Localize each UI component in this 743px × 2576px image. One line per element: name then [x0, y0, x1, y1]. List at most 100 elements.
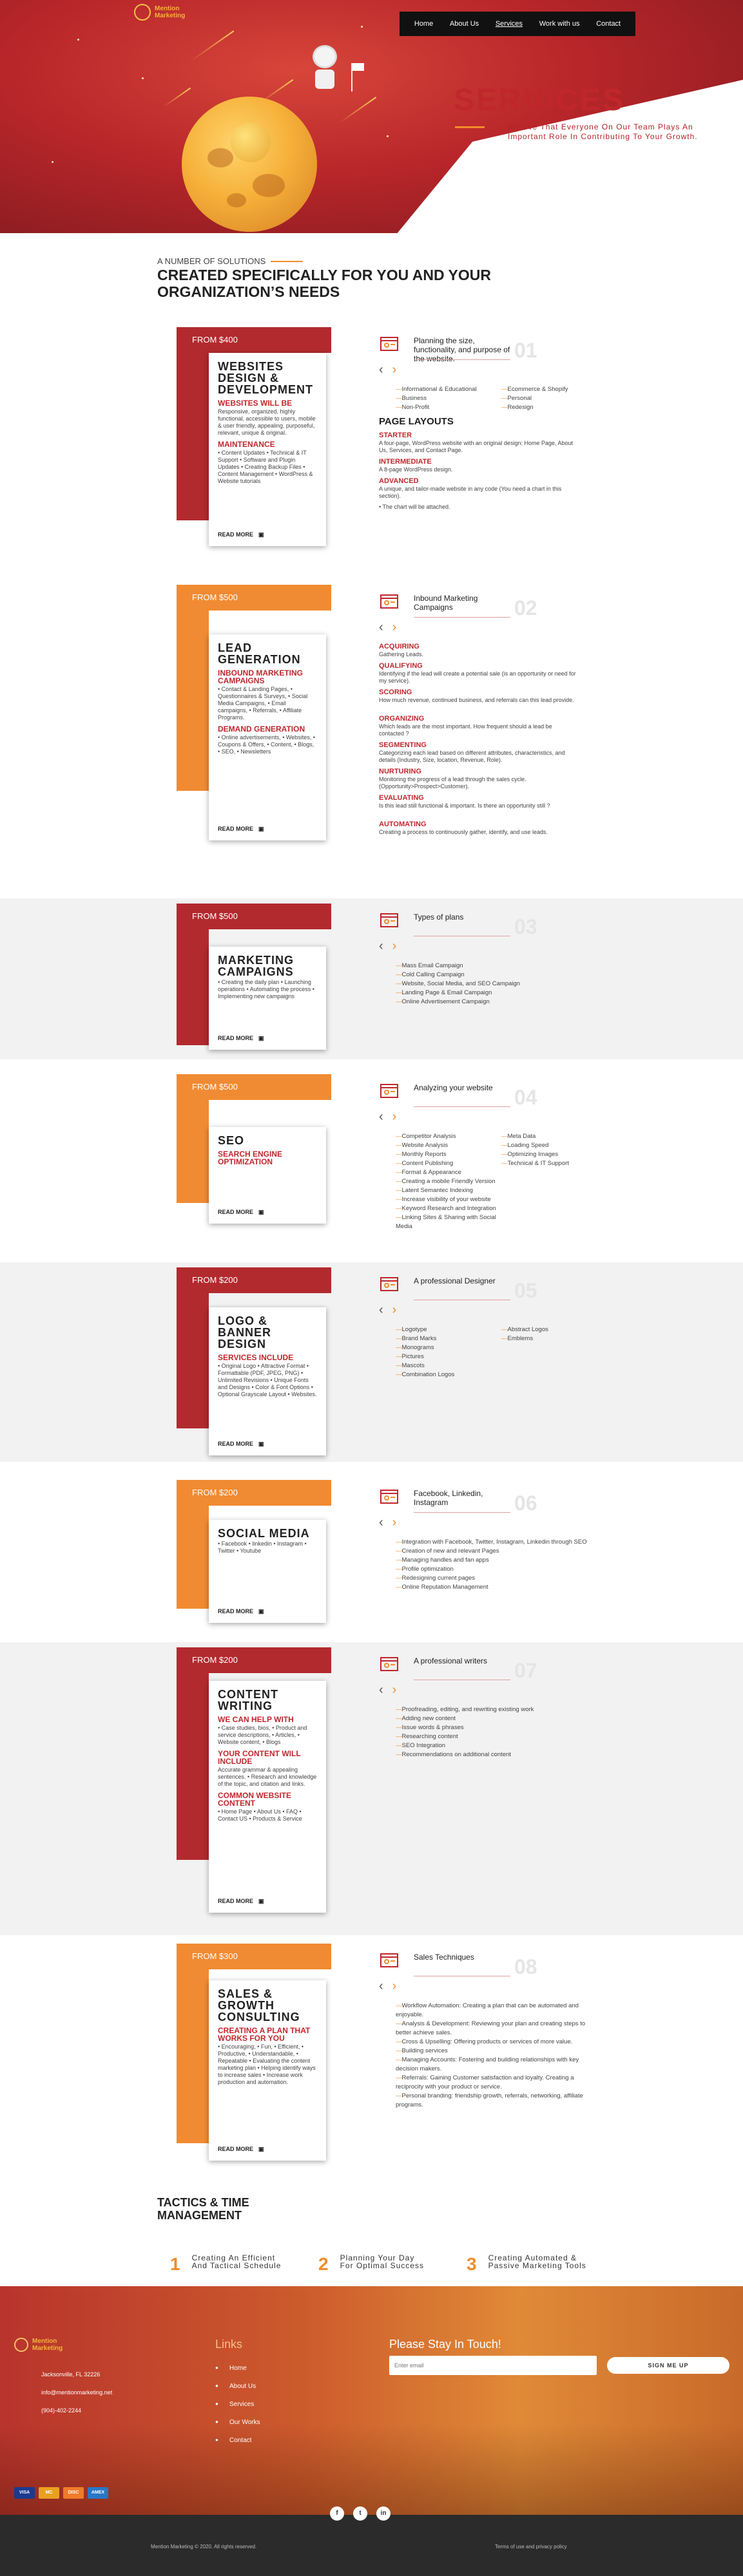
intro-kicker: A NUMBER OF SOLUTIONS: [157, 256, 304, 266]
service-title: LEAD GENERATION: [218, 641, 301, 666]
logo-icon: [134, 4, 151, 21]
arrow-right-icon[interactable]: ›: [392, 1980, 397, 1993]
heading-divider: [414, 617, 510, 618]
arrow-left-icon[interactable]: ‹: [379, 621, 383, 634]
footer-phone[interactable]: (904)-402-2244: [41, 2407, 81, 2414]
footer-link-home[interactable]: Home: [215, 2365, 246, 2372]
arrow-right-icon[interactable]: ›: [392, 1683, 397, 1696]
nav-services[interactable]: Services: [496, 20, 523, 28]
price-color-block: [177, 1944, 209, 2143]
read-more-button[interactable]: READ MORE ▣: [218, 1209, 264, 1216]
read-more-label: READ MORE: [218, 826, 254, 832]
tactic-item: 1 Creating An Efficient And Tactical Sch…: [170, 2254, 282, 2275]
arrow-left-icon[interactable]: ‹: [379, 1683, 383, 1696]
section-heading: Analyzing your website: [414, 1083, 493, 1092]
detail-heading: QUALIFYING: [379, 662, 423, 670]
feature-list-item: Cross & Upselling: Offering products or …: [396, 2038, 589, 2047]
price-label: FROM $400: [192, 335, 238, 345]
read-more-button[interactable]: READ MORE ▣: [218, 2146, 264, 2153]
page-layouts-title: PAGE LAYOUTS: [379, 416, 454, 427]
read-more-label: READ MORE: [218, 531, 254, 538]
terms-link[interactable]: Terms of use and privacy policy: [495, 2544, 567, 2550]
arrow-right-icon[interactable]: ›: [392, 363, 397, 376]
copyright: Mention Marketing © 2020. All rights res…: [151, 2544, 257, 2550]
nav-work-with-us[interactable]: Work with us: [539, 20, 580, 28]
feature-list-item: Managing Accounts: Fostering and buildin…: [396, 2056, 589, 2074]
service-title: LOGO & BANNER DESIGN: [218, 1314, 272, 1350]
section-number: 01: [514, 339, 537, 362]
nav-contact[interactable]: Contact: [596, 20, 621, 28]
feature-list-item: Workflow Automation: Creating a plan tha…: [396, 2002, 589, 2020]
arrow-left-icon[interactable]: ‹: [379, 940, 383, 952]
read-more-label: READ MORE: [218, 2146, 254, 2152]
arrow-left-icon[interactable]: ‹: [379, 1303, 383, 1316]
arrow-left-icon[interactable]: ‹: [379, 363, 383, 376]
read-more-label: READ MORE: [218, 1035, 254, 1041]
arrow-left-icon[interactable]: ‹: [379, 1516, 383, 1529]
arrow-right-icon[interactable]: ›: [392, 940, 397, 952]
arrow-right-icon[interactable]: ›: [392, 1516, 397, 1529]
footer-link-works[interactable]: Our Works: [215, 2419, 260, 2426]
feature-list-item: Proofreading, editing, and rewriting exi…: [396, 1705, 589, 1714]
detail-text: Which leads are the most important. How …: [379, 723, 552, 737]
signup-button[interactable]: SIGN ME UP: [607, 2357, 729, 2374]
detail-text: Gathering Leads.: [379, 651, 424, 658]
service-card: SEO SEARCH ENGINE OPTIMIZATION READ MORE ▣: [209, 1127, 326, 1224]
feature-list-item: Content Publishing: [396, 1159, 499, 1168]
page-subtitle: Believe That Everyone On Our Team Plays …: [508, 122, 698, 141]
tactic-item: 2 Planning Your Day For Optimal Success: [318, 2254, 430, 2275]
star-decoration: [387, 135, 389, 137]
feature-list-item: Landing Page & Email Campaign: [396, 989, 589, 998]
service-card: LEAD GENERATION INBOUND MARKETING CAMPAIG…: [209, 634, 326, 840]
page-title: SERVICES: [454, 83, 625, 117]
footer-logo[interactable]: Mention Marketing: [14, 2338, 63, 2352]
arrow-left-icon[interactable]: ‹: [379, 1980, 383, 1993]
feature-list-item: Monograms: [396, 1343, 499, 1352]
footer-email[interactable]: info@mentionmarketing.net: [41, 2389, 112, 2396]
read-more-button[interactable]: READ MORE ▣: [218, 1898, 264, 1905]
mastercard-icon: MC: [39, 2487, 59, 2499]
tactic-text: Creating An Efficient And Tactical Sched…: [191, 2253, 282, 2270]
arrow-left-icon[interactable]: ‹: [379, 1110, 383, 1123]
heading-divider: [414, 1106, 510, 1107]
feature-list-item: Mass Email Campaign: [396, 961, 589, 971]
linkedin-icon[interactable]: in: [376, 2506, 391, 2521]
service-card: CONTENT WRITING WE CAN HELP WITH • Case st…: [209, 1681, 326, 1913]
section-number: 07: [514, 1659, 537, 1682]
service-title: WEBSITES DESIGN & DEVELOPMENT: [218, 360, 314, 396]
facebook-icon[interactable]: f: [330, 2506, 344, 2521]
newsletter-email-input[interactable]: [389, 2356, 597, 2375]
footer-links-title: Links: [215, 2338, 243, 2351]
footer-link-contact[interactable]: Contact: [215, 2437, 252, 2444]
read-more-button[interactable]: READ MORE ▣: [218, 1441, 264, 1448]
brand-logo[interactable]: Mention Marketing: [134, 4, 185, 21]
section-heading: Facebook, Linkedin, Instagram: [414, 1489, 483, 1507]
feature-list-item: Researching content: [396, 1732, 589, 1741]
footer-link-about[interactable]: About Us: [215, 2383, 256, 2390]
section-number: 02: [514, 596, 537, 620]
feature-list-item: Creating a mobile Friendly Version: [396, 1177, 499, 1186]
nav-about-us[interactable]: About Us: [450, 20, 479, 28]
service-description: Accurate grammar & appealing sentences. …: [218, 1766, 317, 1787]
detail-text: • The chart will be attached.: [379, 504, 450, 510]
feature-list-item: Personal branding: friendship growth, re…: [396, 2092, 589, 2110]
read-more-icon: ▣: [258, 1209, 264, 1215]
feature-list-item: Non-Profit: [396, 403, 499, 412]
read-more-button[interactable]: READ MORE ▣: [218, 531, 264, 538]
tactic-item: 3 Creating Automated & Passive Marketing…: [467, 2254, 598, 2275]
nav-home[interactable]: Home: [414, 20, 433, 28]
arrow-right-icon[interactable]: ›: [392, 1303, 397, 1316]
footer-link-services[interactable]: Services: [215, 2401, 255, 2408]
twitter-icon[interactable]: t: [353, 2506, 367, 2521]
arrow-right-icon[interactable]: ›: [392, 1110, 397, 1123]
read-more-button[interactable]: READ MORE ▣: [218, 826, 264, 833]
price-color-block: [177, 327, 209, 520]
read-more-button[interactable]: READ MORE ▣: [218, 1035, 264, 1042]
service-description: • Online advertisements, • Websites, • C…: [218, 734, 315, 755]
arrow-right-icon[interactable]: ›: [392, 621, 397, 634]
feature-list-item: Managing handles and fan apps: [396, 1556, 589, 1565]
feature-list: Abstract LogosEmblems: [501, 1325, 604, 1343]
read-more-button[interactable]: READ MORE ▣: [218, 1608, 264, 1615]
read-more-icon: ▣: [258, 2146, 264, 2152]
feature-list-item: Keyword Research and Integration: [396, 1204, 499, 1213]
